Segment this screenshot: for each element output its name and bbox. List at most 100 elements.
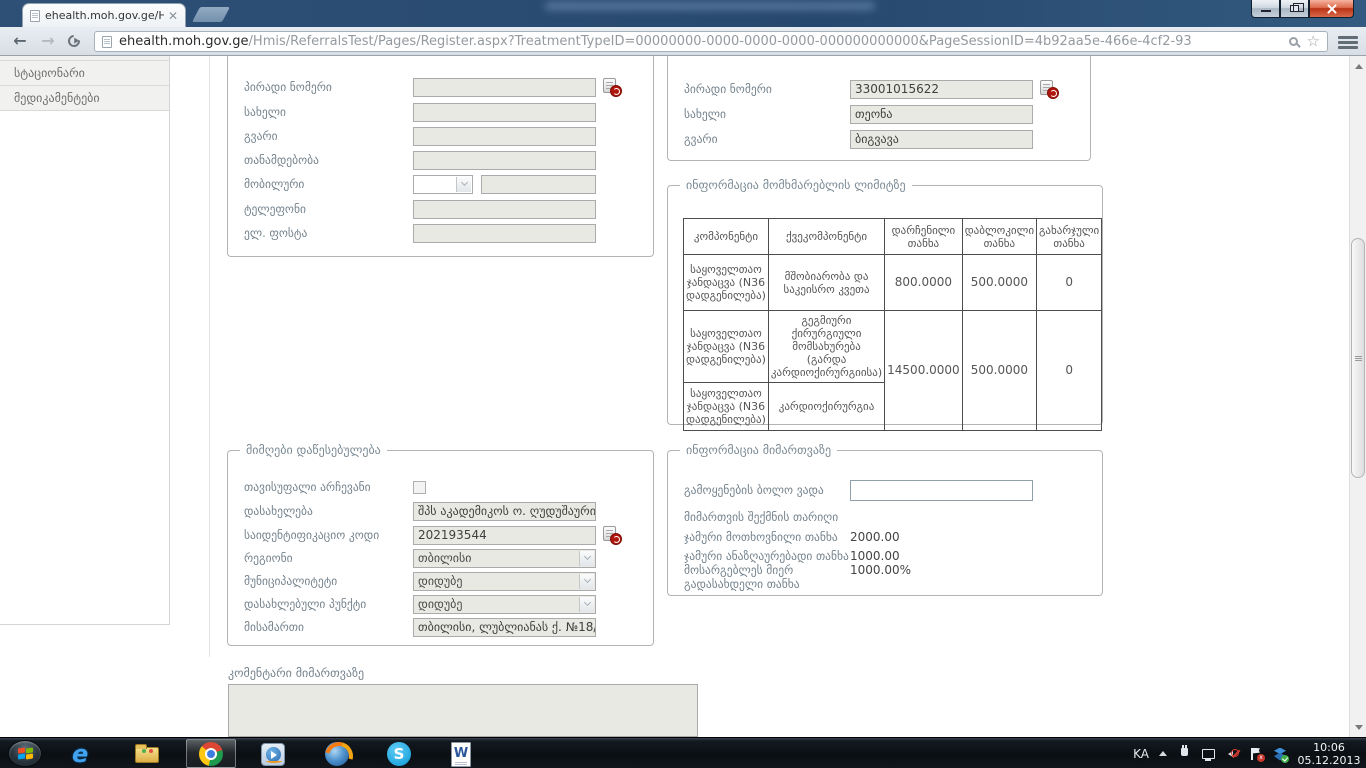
creator-fieldset: პირადი ნომერი სახელი გვარი თანამდებობა მ… [227,56,654,257]
municipality-select[interactable]: დიდუბე [413,572,596,591]
tab-title: ehealth.moh.gov.ge/Hmis [45,9,164,22]
beneficiary-firstname-input[interactable]: თეონა [850,105,1033,124]
folder-icon [135,747,159,763]
chrome-menu-icon[interactable] [1338,36,1358,39]
field-label: მობილური [244,177,413,191]
beneficiary-lastname-input[interactable]: ბიგვავა [850,130,1033,149]
tab-close-icon[interactable]: ✕ [168,10,178,22]
component-cell: საყოველთაო ჯანდაცვა (N36 დადგენილება) [684,383,769,431]
mobile-prefix-select[interactable] [413,175,473,194]
identification-code-input[interactable]: 202193544 [413,526,596,545]
scrollbar-thumb[interactable] [1351,238,1365,478]
fieldset-legend: ინფორმაცია მომხმარებლის ლიმიტზე [680,178,912,192]
settlement-select[interactable]: დიდუბე [413,595,596,614]
subcomponent-cell: კარდიოქირურგია [768,383,884,431]
field-label: ტელეფონი [244,202,413,216]
institution-name-input[interactable]: შპს აკადემიკოს ო. ღუდუშაურის ს [413,502,596,521]
sidebar-item-medications[interactable]: მედიკამენტები [0,86,169,111]
address-input[interactable]: თბილისი, ლუბლიანას ქ. №18/20 [413,618,596,637]
taskbar-skype-button[interactable]: S [386,741,412,767]
col-header: დაბლოკილი თანხა [962,219,1036,255]
field-label: დასახლებული პუნქტი [244,597,413,611]
lastname-input[interactable] [413,127,596,146]
field-label: პირადი ნომერი [684,82,850,96]
beneficiary-personal-number-input[interactable]: 33001015622 [850,80,1033,99]
address-bar[interactable]: ehealth.moh.gov.ge/Hmis/ReferralsTest/Pa… [94,31,1328,52]
chevron-down-icon[interactable] [456,177,471,192]
field-label: სახელი [244,105,413,119]
personal-number-input[interactable] [413,78,596,97]
payable-amount-value: 1000.00% [850,563,911,577]
clear-lookup-icon[interactable] [603,78,620,96]
sidebar-item-stationary[interactable]: სტაციონარი [0,61,169,86]
start-button[interactable] [8,740,42,767]
page-content: სტაციონარი მედიკამენტები პირადი ნომერი ს… [0,56,1348,737]
language-indicator[interactable]: KA [1133,747,1149,761]
bookmark-star-icon[interactable]: ☆ [1307,34,1320,49]
network-icon[interactable] [1201,747,1215,761]
fieldset-legend: ინფორმაცია მიმართვაზე [680,443,837,457]
volume-muted-icon[interactable] [1225,747,1239,761]
free-choice-checkbox[interactable] [413,481,426,494]
field-label: თავისუფალი არჩევანი [244,480,413,494]
taskbar-word-button[interactable]: W [448,741,474,767]
beneficiary-fieldset: პირადი ნომერი 33001015622 სახელი თეონა გ… [667,56,1091,161]
tray-expand-icon[interactable] [1159,747,1167,756]
taskbar-chrome-button[interactable] [198,741,224,767]
clock[interactable]: 10:06 05.12.2013 [1297,741,1361,767]
browser-tab[interactable]: ehealth.moh.gov.ge/Hmis ✕ [22,3,186,27]
restore-button[interactable] [1280,0,1309,18]
field-label: მუნიციპალიტეტი [244,574,413,588]
taskbar-wmp-button[interactable] [260,741,286,767]
back-button[interactable]: ← [8,30,32,52]
fieldset-legend: მიმღები დაწესებულება [240,443,387,457]
expiry-date-input[interactable] [850,480,1033,501]
field-label: ჯამური ანაზღაურებადი თანხა [684,549,850,563]
vertical-scrollbar[interactable] [1349,56,1366,737]
remaining-cell: 800.0000 [885,255,963,311]
tab-favicon-icon [30,10,40,22]
chevron-down-icon[interactable] [579,597,594,612]
blocked-cell: 500.0000 [962,255,1036,311]
blocked-cell: 500.0000 [962,311,1036,431]
chevron-down-icon[interactable] [579,574,594,589]
zoom-icon[interactable] [1289,37,1298,46]
scroll-down-icon[interactable] [1350,719,1366,735]
taskbar-explorer-button[interactable] [134,741,160,767]
action-center-icon[interactable]: x [1249,747,1263,761]
referral-info-fieldset: ინფორმაცია მიმართვაზე გამოყენების ბოლო ვ… [667,450,1103,596]
spent-cell: 0 [1037,311,1102,431]
taskbar-ie-button[interactable]: e [72,741,98,767]
power-icon[interactable] [1177,747,1191,761]
refresh-button[interactable] [66,33,83,50]
field-label: გვარი [244,129,413,143]
firstname-input[interactable] [413,103,596,122]
scroll-up-icon[interactable] [1350,58,1366,74]
chrome-icon [199,742,223,766]
media-player-icon [261,743,285,766]
dropbox-icon[interactable] [1273,747,1287,761]
chevron-down-icon[interactable] [579,551,594,566]
email-input[interactable] [413,224,596,243]
clear-lookup-icon[interactable] [603,526,620,544]
close-button[interactable] [1309,0,1354,18]
system-tray: KA x 10:06 05.12.2013 [1133,738,1361,768]
forward-button[interactable]: → [36,30,60,52]
clear-lookup-icon[interactable] [1040,80,1057,98]
taskbar-firefox-button[interactable] [324,741,350,767]
component-cell: საყოველთაო ჯანდაცვა (N36 დადგენილება) [684,311,769,383]
mobile-input[interactable] [481,175,596,194]
time: 10:06 [1297,741,1361,754]
field-label: მოსარგებლეს მიერგადასახდელი თანხა [684,563,850,591]
position-input[interactable] [413,151,596,170]
comment-textarea[interactable] [228,684,698,737]
field-label: მიმართვის შექმნის თარიღი [684,510,850,524]
date: 05.12.2013 [1297,754,1361,767]
field-label: რეგიონი [244,551,413,565]
subcomponent-cell: გეგმიური ქირურგიული მომსახურება (გარდა კ… [768,311,884,383]
field-label: ჯამური მოთხოვნილი თანხა [684,530,850,544]
region-select[interactable]: თბილისი [413,549,596,568]
telephone-input[interactable] [413,200,596,219]
minimize-button[interactable] [1251,0,1280,18]
field-label: სახელი [684,107,850,121]
